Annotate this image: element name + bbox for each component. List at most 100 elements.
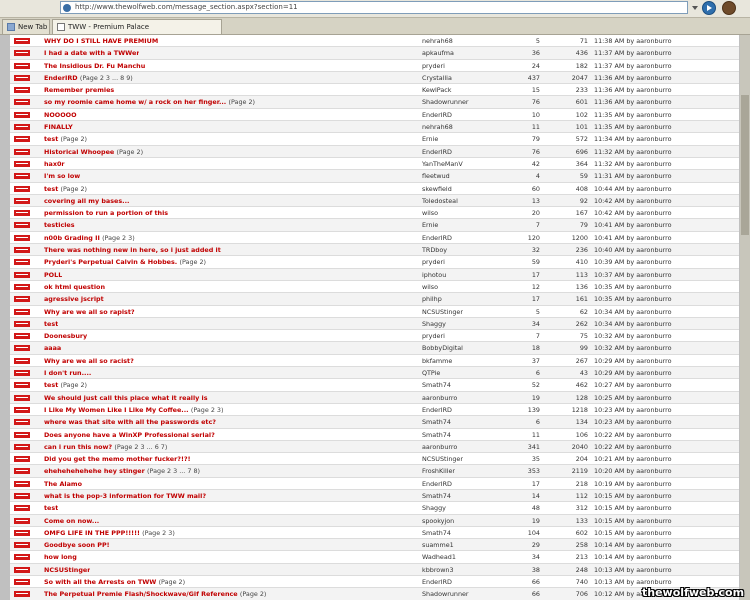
- thread-author[interactable]: EnderIRD: [422, 576, 512, 588]
- address-dropdown-icon[interactable]: [692, 6, 698, 10]
- thread-author[interactable]: pryderi: [422, 60, 512, 72]
- thread-last-post[interactable]: 10:35 AM by aaronburro: [594, 293, 672, 305]
- thread-title-link[interactable]: NCSUStinger: [44, 564, 90, 576]
- thread-title[interactable]: I don't run....: [44, 369, 91, 377]
- thread-title-link[interactable]: test (Page 2): [44, 133, 87, 145]
- thread-title-link[interactable]: WHY DO I STILL HAVE PREMIUM: [44, 35, 158, 47]
- thread-title[interactable]: WHY DO I STILL HAVE PREMIUM: [44, 37, 158, 45]
- thread-title-link[interactable]: agressive jscript: [44, 293, 104, 305]
- thread-last-post[interactable]: 11:31 AM by aaronburro: [594, 170, 672, 182]
- thread-author[interactable]: Wadhead1: [422, 551, 512, 563]
- thread-title[interactable]: I had a date with a TWWer: [44, 49, 139, 57]
- thread-title-link[interactable]: testicles: [44, 219, 75, 231]
- thread-title[interactable]: Does anyone have a WinXP Professional se…: [44, 431, 215, 439]
- thread-author[interactable]: suamme1: [422, 539, 512, 551]
- thread-last-post[interactable]: 10:44 AM by aaronburro: [594, 183, 672, 195]
- thread-pages[interactable]: (Page 2 3 ... 8 9): [80, 74, 133, 82]
- thread-last-post[interactable]: 10:23 AM by aaronburro: [594, 416, 672, 428]
- thread-title-link[interactable]: ehehehehehehe hey stinger (Page 2 3 ... …: [44, 465, 200, 477]
- thread-author[interactable]: Shadowrunner: [422, 588, 512, 600]
- thread-title-link[interactable]: hax0r: [44, 158, 65, 170]
- thread-pages[interactable]: (Page 2 3): [191, 406, 224, 414]
- thread-author[interactable]: NCSUStinger: [422, 306, 512, 318]
- thread-author[interactable]: Shaggy: [422, 502, 512, 514]
- thread-author[interactable]: Ernie: [422, 133, 512, 145]
- thread-title[interactable]: There was nothing new in here, so i just…: [44, 246, 221, 254]
- thread-title[interactable]: Why are we all so racist?: [44, 357, 134, 365]
- thread-author[interactable]: Smath74: [422, 429, 512, 441]
- thread-last-post[interactable]: 10:19 AM by aaronburro: [594, 478, 672, 490]
- thread-last-post[interactable]: 10:15 AM by aaronburro: [594, 502, 672, 514]
- thread-last-post[interactable]: 11:36 AM by aaronburro: [594, 84, 672, 96]
- thread-title-link[interactable]: Why are we all so racist?: [44, 355, 134, 367]
- thread-last-post[interactable]: 10:37 AM by aaronburro: [594, 269, 672, 281]
- thread-pages[interactable]: (Page 2): [117, 148, 144, 156]
- thread-last-post[interactable]: 10:15 AM by aaronburro: [594, 515, 672, 527]
- thread-title[interactable]: Pryderi's Perpetual Calvin & Hobbes.: [44, 258, 177, 266]
- thread-last-post[interactable]: 11:35 AM by aaronburro: [594, 121, 672, 133]
- thread-last-post[interactable]: 10:34 AM by aaronburro: [594, 306, 672, 318]
- thread-last-post[interactable]: 10:27 AM by aaronburro: [594, 379, 672, 391]
- thread-title-link[interactable]: how long: [44, 551, 77, 563]
- thread-title[interactable]: how long: [44, 553, 77, 561]
- thread-last-post[interactable]: 10:29 AM by aaronburro: [594, 367, 672, 379]
- thread-pages[interactable]: (Page 2): [228, 98, 255, 106]
- thread-pages[interactable]: (Page 2): [60, 381, 87, 389]
- thread-title[interactable]: test: [44, 320, 58, 328]
- thread-title[interactable]: test: [44, 135, 58, 143]
- thread-author[interactable]: iphotou: [422, 269, 512, 281]
- thread-author[interactable]: NCSUStinger: [422, 453, 512, 465]
- thread-title[interactable]: covering all my bases...: [44, 197, 129, 205]
- thread-pages[interactable]: (Page 2): [60, 185, 87, 193]
- thread-title[interactable]: I Like My Women Like I Like My Coffee...: [44, 406, 189, 414]
- thread-title-link[interactable]: Does anyone have a WinXP Professional se…: [44, 429, 215, 441]
- thread-title-link[interactable]: OMFG LIFE IN THE PPP!!!!! (Page 2 3): [44, 527, 175, 539]
- thread-title[interactable]: The Alamo: [44, 480, 82, 488]
- thread-title-link[interactable]: ok html question: [44, 281, 105, 293]
- thread-title-link[interactable]: Goodbye soon PP!: [44, 539, 110, 551]
- thread-author[interactable]: EnderIRD: [422, 404, 512, 416]
- thread-title-link[interactable]: Remember premies: [44, 84, 114, 96]
- thread-last-post[interactable]: 10:42 AM by aaronburro: [594, 207, 672, 219]
- thread-title[interactable]: I'm so low: [44, 172, 80, 180]
- thread-title-link[interactable]: I Like My Women Like I Like My Coffee...…: [44, 404, 223, 416]
- thread-title-link[interactable]: so my roomie came home w/ a rock on her …: [44, 96, 255, 108]
- thread-author[interactable]: QTPie: [422, 367, 512, 379]
- thread-title[interactable]: POLL: [44, 271, 62, 279]
- thread-author[interactable]: wilso: [422, 207, 512, 219]
- thread-title[interactable]: Historical Whoopee: [44, 148, 114, 156]
- thread-title[interactable]: ok html question: [44, 283, 105, 291]
- thread-last-post[interactable]: 10:15 AM by aaronburro: [594, 527, 672, 539]
- thread-author[interactable]: YanTheManV: [422, 158, 512, 170]
- thread-pages[interactable]: (Page 2): [159, 578, 186, 586]
- thread-pages[interactable]: (Page 2): [240, 590, 267, 598]
- thread-title[interactable]: So with all the Arrests on TWW: [44, 578, 156, 586]
- thread-title-link[interactable]: Historical Whoopee (Page 2): [44, 146, 143, 158]
- thread-title[interactable]: hax0r: [44, 160, 65, 168]
- thread-author[interactable]: skewfield: [422, 183, 512, 195]
- thread-author[interactable]: Smath74: [422, 527, 512, 539]
- thread-last-post[interactable]: 11:36 AM by aaronburro: [594, 96, 672, 108]
- thread-title-link[interactable]: test: [44, 318, 58, 330]
- thread-last-post[interactable]: 10:39 AM by aaronburro: [594, 256, 672, 268]
- thread-last-post[interactable]: 10:41 AM by aaronburro: [594, 232, 672, 244]
- thread-title-link[interactable]: what is the pop-3 information for TWW ma…: [44, 490, 206, 502]
- thread-last-post[interactable]: 11:37 AM by aaronburro: [594, 47, 672, 59]
- thread-author[interactable]: nehrah68: [422, 121, 512, 133]
- thread-last-post[interactable]: 10:21 AM by aaronburro: [594, 453, 672, 465]
- thread-title-link[interactable]: where was that site with all the passwor…: [44, 416, 216, 428]
- thread-title[interactable]: Come on now...: [44, 517, 99, 525]
- thread-title[interactable]: where was that site with all the passwor…: [44, 418, 216, 426]
- thread-title[interactable]: aaaa: [44, 344, 61, 352]
- thread-author[interactable]: Toledosteal: [422, 195, 512, 207]
- thread-title[interactable]: test: [44, 185, 58, 193]
- thread-author[interactable]: EnderIRD: [422, 232, 512, 244]
- thread-author[interactable]: pryderi: [422, 256, 512, 268]
- thread-pages[interactable]: (Page 2): [60, 135, 87, 143]
- thread-last-post[interactable]: 11:32 AM by aaronburro: [594, 158, 672, 170]
- thread-title-link[interactable]: NOOOOO: [44, 109, 77, 121]
- thread-title[interactable]: OMFG LIFE IN THE PPP!!!!!: [44, 529, 140, 537]
- thread-title[interactable]: what is the pop-3 information for TWW ma…: [44, 492, 206, 500]
- thread-title[interactable]: can i run this now?: [44, 443, 112, 451]
- thread-title-link[interactable]: Doonesbury: [44, 330, 87, 342]
